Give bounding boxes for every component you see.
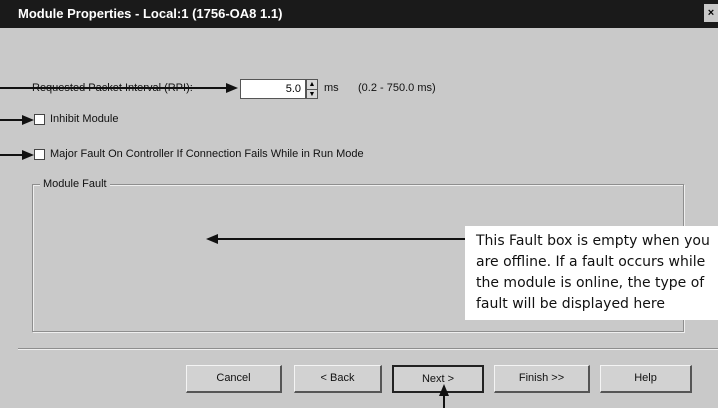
close-icon[interactable]: × xyxy=(704,4,718,22)
fault-box-pointer-line xyxy=(218,238,465,240)
spin-up-icon[interactable]: ▲ xyxy=(307,80,317,90)
major-fault-pointer-line xyxy=(0,154,22,156)
title-bar: Module Properties - Local:1 (1756-OA8 1.… xyxy=(0,0,718,28)
help-button[interactable]: Help xyxy=(600,365,692,393)
major-fault-arrowhead-icon xyxy=(22,150,34,160)
callout-line: the module is online, the type of xyxy=(476,275,705,291)
fault-box-callout: This Fault box is empty when you are off… xyxy=(465,226,718,320)
rpi-pointer-line xyxy=(0,87,226,89)
window-title: Module Properties - Local:1 (1756-OA8 1.… xyxy=(18,6,283,21)
button-separator xyxy=(18,348,718,350)
spin-down-icon[interactable]: ▼ xyxy=(307,90,317,99)
module-properties-window: Module Properties - Local:1 (1756-OA8 1.… xyxy=(0,0,718,408)
inhibit-pointer-line xyxy=(0,119,22,121)
callout-line: This Fault box is empty when you xyxy=(476,233,710,249)
rpi-arrowhead-icon xyxy=(226,83,238,93)
next-pointer-line xyxy=(443,394,445,408)
major-fault-checkbox[interactable] xyxy=(34,149,45,160)
inhibit-arrowhead-icon xyxy=(22,115,34,125)
fault-box-arrowhead-icon xyxy=(206,234,218,244)
rpi-input[interactable]: 5.0 xyxy=(240,79,306,99)
next-arrowhead-icon xyxy=(439,384,449,396)
module-fault-legend: Module Fault xyxy=(40,178,110,190)
callout-line: fault will be displayed here xyxy=(476,296,665,312)
cancel-button[interactable]: Cancel xyxy=(186,365,282,393)
next-button[interactable]: Next > xyxy=(392,365,484,393)
finish-button[interactable]: Finish >> xyxy=(494,365,590,393)
inhibit-module-label: Inhibit Module xyxy=(50,113,119,125)
rpi-spinner[interactable]: ▲ ▼ xyxy=(306,79,318,99)
callout-line: are offline. If a fault occurs while xyxy=(476,254,706,270)
rpi-range: (0.2 - 750.0 ms) xyxy=(358,82,436,94)
rpi-unit: ms xyxy=(324,82,339,94)
inhibit-module-checkbox[interactable] xyxy=(34,114,45,125)
back-button[interactable]: < Back xyxy=(294,365,382,393)
major-fault-label: Major Fault On Controller If Connection … xyxy=(50,148,364,160)
